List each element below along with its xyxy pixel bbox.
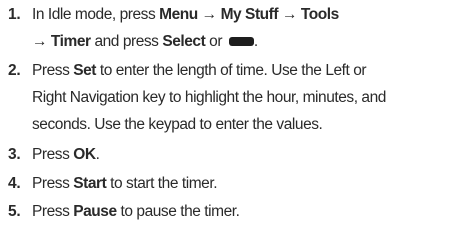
step-text: Press Set to enter the length of time. U… [32,57,472,138]
step-number: 1. [8,6,21,23]
step-2-line-2: Right Navigation key to highlight the ho… [32,89,386,106]
step-text: Press OK. [32,146,100,163]
step-text: Press Start to start the timer. [32,175,218,192]
step-text: In Idle mode, press Menu → My Stuff → To… [32,1,472,55]
step-1-line-2: → Timer and press Select or . [32,33,258,50]
my-stuff-label: My Stuff [220,6,279,23]
step-2-line-1: Press Set to enter the length of time. U… [32,62,367,79]
step-number: 4. [8,175,21,192]
step-2-line-3: seconds. Use the keypad to enter the val… [32,116,323,133]
arrow-icon: → [32,33,51,50]
step-text: Press Pause to pause the timer. [32,203,240,220]
instruction-list: 1. In Idle mode, press Menu → My Stuff →… [0,0,473,240]
step-number: 3. [8,146,21,163]
set-label: Set [73,62,97,79]
timer-label: Timer [50,33,91,50]
step-number: 5. [8,203,21,220]
soft-key-icon [228,37,254,46]
ok-label: OK [73,146,96,163]
step-1-line-1: In Idle mode, press Menu → My Stuff → To… [32,6,339,23]
arrow-icon: → [197,6,221,23]
step-number: 2. [8,62,21,79]
select-label: Select [162,33,206,50]
start-label: Start [73,175,107,192]
pause-label: Pause [73,203,117,220]
menu-label: Menu [159,6,198,23]
arrow-icon: → [278,6,301,23]
tools-label: Tools [300,6,339,23]
